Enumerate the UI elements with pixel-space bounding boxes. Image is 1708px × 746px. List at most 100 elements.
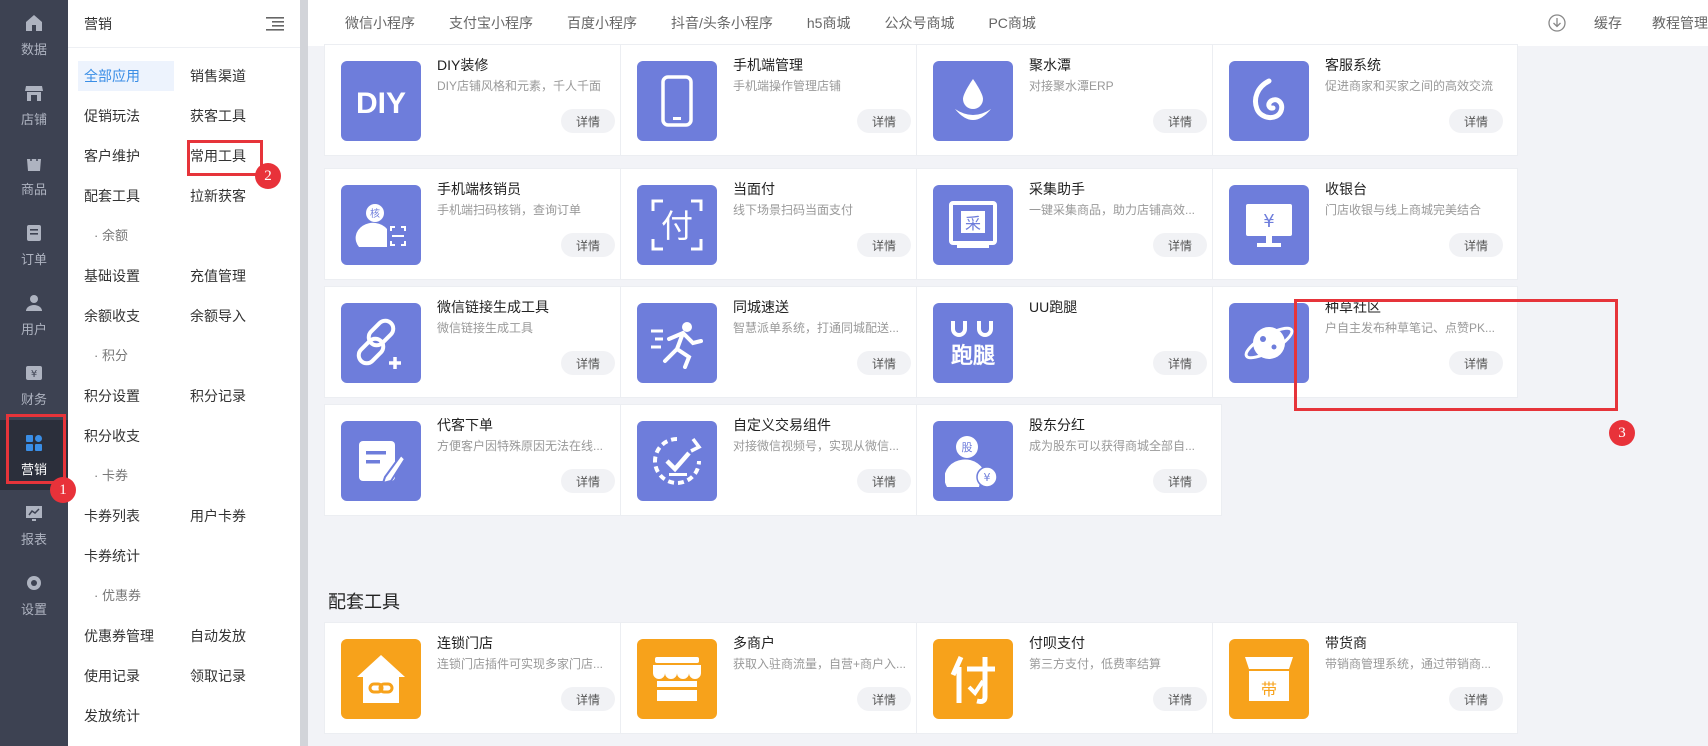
rail-item-data[interactable]: 数据 [0, 0, 68, 70]
rail-item-users[interactable]: 用户 [0, 280, 68, 350]
app-card-grass-community[interactable]: 种草社区 户自主发布种草笔记、点赞PK... 详情 [1212, 286, 1518, 398]
submenu-card-list[interactable]: 卡券列表 [78, 501, 174, 531]
tab-pc-mall[interactable]: PC商城 [971, 13, 1052, 33]
detail-button[interactable]: 详情 [857, 109, 911, 133]
submenu-recharge[interactable]: 充值管理 [184, 261, 280, 291]
submenu-sales-channel[interactable]: 销售渠道 [184, 61, 280, 91]
app-card-diy[interactable]: DIY DIY装修 DIY店铺风格和元素，千人千面 详情 [324, 44, 630, 156]
pay-icon: 付 [637, 185, 717, 265]
detail-button[interactable]: 详情 [561, 469, 615, 493]
tab-alipay-miniapp[interactable]: 支付宝小程序 [432, 13, 550, 33]
app-card-fubei-pay[interactable]: 付呗支付 第三方支付，低费率结算 详情 [916, 622, 1222, 734]
panel-splitter[interactable] [300, 0, 308, 746]
submenu-user-cards[interactable]: 用户卡券 [184, 501, 280, 531]
submenu-promotions[interactable]: 促销玩法 [78, 101, 174, 131]
cashier-icon: ¥ [1229, 185, 1309, 265]
detail-button[interactable]: 详情 [561, 109, 615, 133]
submenu-supporting-tools[interactable]: 配套工具 [78, 181, 174, 211]
submenu-coupon-manage[interactable]: 优惠券管理 [78, 621, 174, 651]
tab-h5-mall[interactable]: h5商城 [790, 13, 868, 33]
app-card-desc: 成为股东可以获得商城全部自... [1029, 439, 1196, 453]
detail-button[interactable]: 详情 [1153, 233, 1207, 257]
submenu-acquisition-tools[interactable]: 获客工具 [184, 101, 280, 131]
app-card-desc: 户自主发布种草笔记、点赞PK... [1325, 321, 1496, 335]
submenu-balance-import[interactable]: 余额导入 [184, 301, 280, 331]
phone-icon [637, 61, 717, 141]
detail-button[interactable]: 详情 [1449, 233, 1503, 257]
submenu-group-balance: · 余额 [94, 228, 128, 243]
detail-button[interactable]: 详情 [857, 687, 911, 711]
submenu-customer-care[interactable]: 客户维护 [78, 141, 174, 171]
rail-item-store[interactable]: 店铺 [0, 70, 68, 140]
detail-button[interactable]: 详情 [561, 233, 615, 257]
submenu-claim-records[interactable]: 领取记录 [184, 661, 280, 691]
submenu-all-apps[interactable]: 全部应用 [78, 61, 174, 91]
collapse-menu-icon[interactable] [266, 16, 284, 31]
submenu-balance-flow[interactable]: 余额收支 [78, 301, 174, 331]
submenu-usage-records[interactable]: 使用记录 [78, 661, 174, 691]
app-card-shareholder-dividend[interactable]: 股 ¥ 股东分红 成为股东可以获得商城全部自... 详情 [916, 404, 1222, 516]
app-card-title: 聚水潭 [1029, 57, 1071, 73]
submenu-card-stats[interactable]: 卡券统计 [78, 541, 184, 571]
app-card-verifier[interactable]: 核 手机端核销员 手机端扫码核销，查询订单 详情 [324, 168, 630, 280]
app-card-face-pay[interactable]: 付 当面付 线下场景扫码当面支付 详情 [620, 168, 926, 280]
app-card-title: 客服系统 [1325, 57, 1381, 73]
submenu-points-flow[interactable]: 积分收支 [78, 421, 184, 451]
app-card-collector[interactable]: 采 采集助手 一键采集商品，助力店铺高效... 详情 [916, 168, 1222, 280]
rail-item-finance[interactable]: ¥ 财务 [0, 350, 68, 420]
app-card-local-delivery[interactable]: 同城速送 智慧派单系统，打通同城配送... 详情 [620, 286, 926, 398]
svg-text:股: 股 [962, 441, 973, 454]
detail-button[interactable]: 详情 [1449, 687, 1503, 711]
tab-douyin-miniapp[interactable]: 抖音/头条小程序 [654, 13, 790, 33]
submenu-points-records[interactable]: 积分记录 [184, 381, 280, 411]
submenu-basic-settings[interactable]: 基础设置 [78, 261, 174, 291]
detail-button[interactable]: 详情 [857, 233, 911, 257]
app-card-proxy-order[interactable]: 代客下单 方便客户因特殊原因无法在线... 详情 [324, 404, 630, 516]
app-card-title: 收银台 [1325, 181, 1367, 197]
cache-button[interactable]: 缓存 [1594, 13, 1622, 33]
download-icon[interactable] [1548, 14, 1566, 32]
detail-button[interactable]: 详情 [857, 469, 911, 493]
rail-item-orders[interactable]: 订单 [0, 210, 68, 280]
app-card-multi-merchant[interactable]: 多商户 获取入驻商流量，自营+商户入... 详情 [620, 622, 926, 734]
app-card-uu-errand[interactable]: 跑腿 UU跑腿 详情 [916, 286, 1222, 398]
detail-button[interactable]: 详情 [857, 351, 911, 375]
tab-wechat-miniapp[interactable]: 微信小程序 [328, 13, 432, 33]
app-card-chain-store[interactable]: 连锁门店 连锁门店插件可实现多家门店... 详情 [324, 622, 630, 734]
detail-button[interactable]: 详情 [1449, 351, 1503, 375]
topbar-actions: 缓存 教程管理 [1548, 0, 1708, 46]
detail-button[interactable]: 详情 [1449, 109, 1503, 133]
app-card-title: 连锁门店 [437, 635, 493, 651]
svg-text:采: 采 [965, 214, 981, 233]
app-card-wechat-link[interactable]: 微信链接生成工具 微信链接生成工具 详情 [324, 286, 630, 398]
app-card-desc: 对接微信视频号，实现从微信... [733, 439, 900, 453]
submenu-points-settings[interactable]: 积分设置 [78, 381, 174, 411]
detail-button[interactable]: 详情 [1153, 351, 1207, 375]
tab-official-account-mall[interactable]: 公众号商城 [867, 13, 971, 33]
detail-button[interactable]: 详情 [1153, 469, 1207, 493]
app-card-custom-trade[interactable]: 自定义交易组件 对接微信视频号，实现从微信... 详情 [620, 404, 926, 516]
rail-item-goods[interactable]: 商品 [0, 140, 68, 210]
submenu-auto-issue[interactable]: 自动发放 [184, 621, 280, 651]
detail-button[interactable]: 详情 [1153, 687, 1207, 711]
app-card-cashier[interactable]: ¥ 收银台 门店收银与线上商城完美结合 详情 [1212, 168, 1518, 280]
app-card-title: 股东分红 [1029, 417, 1085, 433]
submenu-group-points: · 积分 [94, 348, 128, 363]
app-card-desc: 微信链接生成工具 [437, 321, 534, 335]
app-card-mobile-manage[interactable]: 手机端管理 手机端操作管理店铺 详情 [620, 44, 926, 156]
finance-icon: ¥ [24, 363, 44, 383]
main-nav-rail: 数据 店铺 商品 订单 用户 ¥ 财务 营销 报表 设置 [0, 0, 68, 746]
detail-button[interactable]: 详情 [561, 351, 615, 375]
seller-icon: 带 [1229, 639, 1309, 719]
user-icon [24, 293, 44, 313]
tab-baidu-miniapp[interactable]: 百度小程序 [550, 13, 654, 33]
tutorial-manage-button[interactable]: 教程管理 [1652, 13, 1708, 33]
submenu-issue-stats[interactable]: 发放统计 [78, 701, 184, 731]
detail-button[interactable]: 详情 [561, 687, 615, 711]
app-card-jushuitan[interactable]: 聚水潭 对接聚水潭ERP 详情 [916, 44, 1222, 156]
rail-item-settings[interactable]: 设置 [0, 560, 68, 630]
app-card-seller[interactable]: 带 带货商 带销商管理系统，通过带销商... 详情 [1212, 622, 1518, 734]
service-icon [1229, 61, 1309, 141]
app-card-customer-service[interactable]: 客服系统 促进商家和买家之间的高效交流 详情 [1212, 44, 1518, 156]
detail-button[interactable]: 详情 [1153, 109, 1207, 133]
